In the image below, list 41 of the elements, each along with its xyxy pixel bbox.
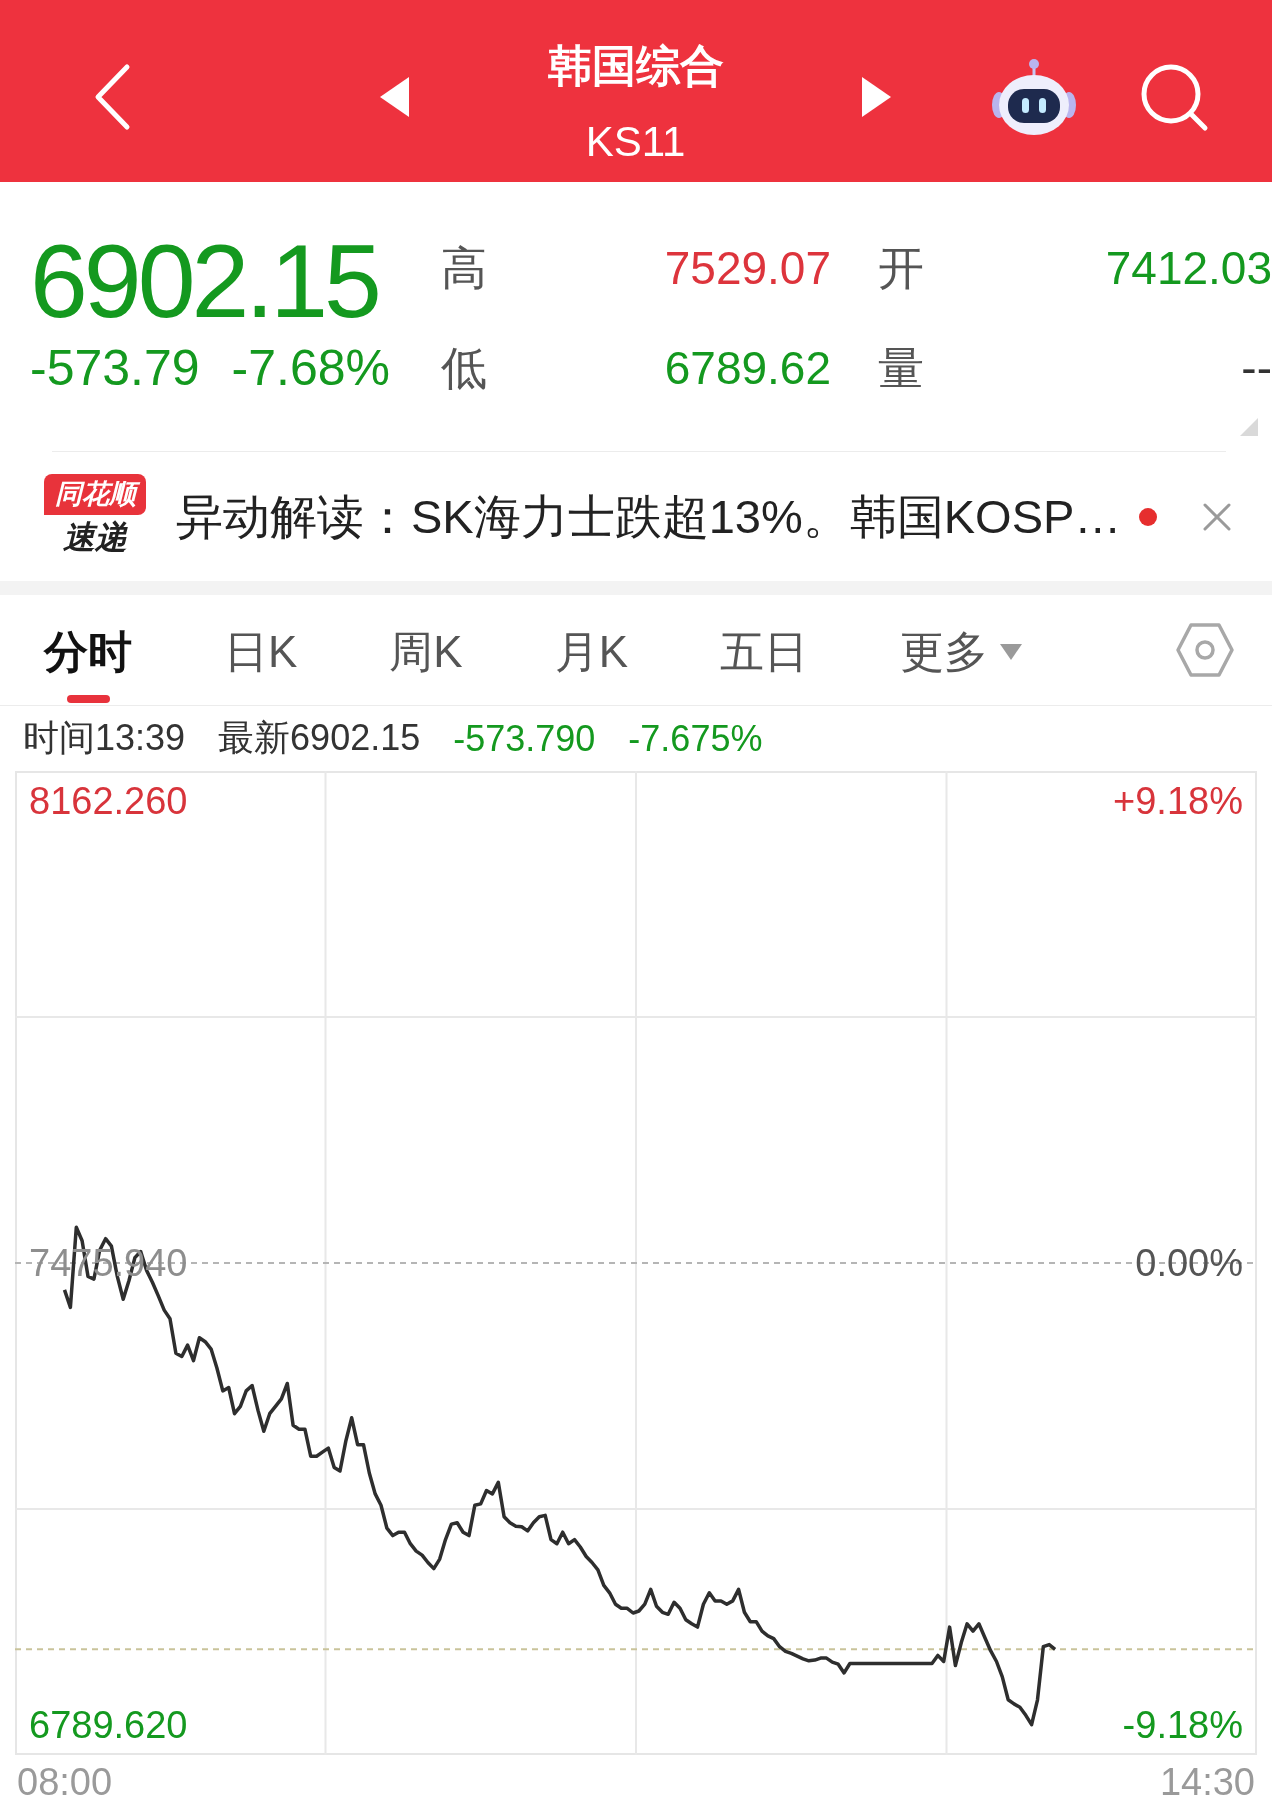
quote-label: 开	[878, 242, 925, 294]
robot-icon[interactable]	[992, 58, 1076, 136]
percent-change: -7.68%	[231, 340, 391, 396]
y-axis-label: 6789.620	[29, 1704, 188, 1746]
search-icon[interactable]	[1140, 62, 1209, 132]
percent-axis-label: -9.18%	[1122, 1704, 1243, 1746]
stock-code: KS11	[585, 119, 686, 165]
percent-axis-label: 0.00%	[1135, 1242, 1243, 1284]
change-value: -573.790	[453, 717, 596, 760]
change-percent: -7.675%	[628, 717, 763, 760]
logo-text: 速递	[63, 517, 127, 557]
tab[interactable]: 日K	[224, 595, 298, 705]
tab[interactable]: 分时	[44, 595, 132, 705]
quote-label: 量	[878, 342, 925, 394]
y-axis-label: 8162.260	[29, 780, 188, 822]
last-price: 6902.15	[30, 229, 379, 333]
settings-icon[interactable]	[1176, 623, 1234, 677]
tab-indicator	[66, 695, 110, 703]
news-headline[interactable]: 异动解读：SK海力士跌超13%。韩国KOSP…	[176, 488, 1122, 545]
quote-label: 低	[441, 342, 488, 394]
quote-value: 6789.62	[664, 342, 831, 394]
tab[interactable]: 周K	[389, 595, 463, 705]
quote-value: 7412.03	[1105, 242, 1272, 294]
close-icon[interactable]	[1203, 502, 1231, 531]
x-axis-label: 14:30	[1159, 1761, 1255, 1803]
tab[interactable]: 五日	[720, 595, 809, 705]
caret-left-icon[interactable]	[380, 77, 409, 117]
caret-right-icon[interactable]	[862, 77, 891, 117]
x-axis-label: 08:00	[17, 1761, 113, 1803]
logo-tag: 同花顺	[44, 473, 146, 515]
quote-label: 高	[441, 242, 488, 294]
page-title: 韩国综合	[547, 40, 724, 92]
tab[interactable]: 月K	[554, 595, 629, 705]
quote-value: --	[1241, 342, 1272, 394]
quote-value: 7529.07	[664, 242, 831, 294]
price-change: -573.79	[30, 340, 200, 396]
tab[interactable]: 更多	[900, 595, 1023, 705]
time-label: 时间13:39	[23, 716, 186, 760]
percent-axis-label: +9.18%	[1113, 780, 1243, 822]
caret-down-icon	[1000, 644, 1023, 660]
latest-price: 最新6902.15	[218, 716, 421, 760]
